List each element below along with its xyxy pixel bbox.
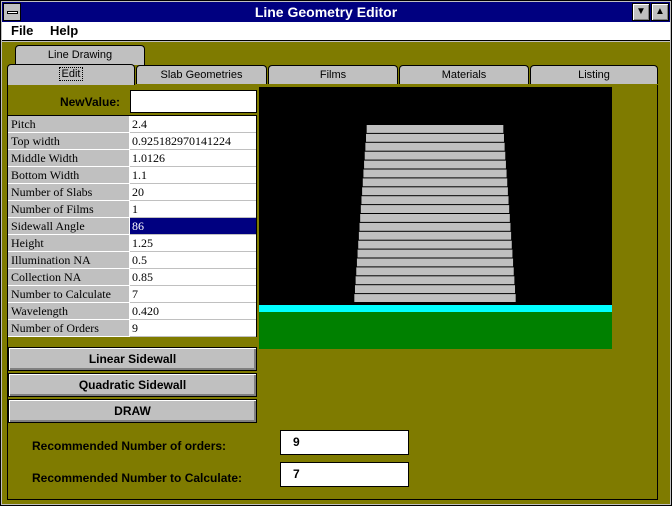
property-row[interactable]: Number of Films 1	[8, 201, 256, 218]
menu-file[interactable]: File	[11, 22, 33, 41]
new-value-label: NewValue:	[59, 95, 120, 109]
property-name: Sidewall Angle	[8, 218, 130, 235]
recommended-orders-label: Recommended Number of orders:	[32, 439, 227, 453]
property-name: Middle Width	[8, 150, 130, 167]
window-title: Line Geometry Editor	[254, 4, 398, 20]
property-value[interactable]: 1.1	[130, 167, 256, 184]
property-value[interactable]: 86	[130, 218, 256, 235]
slab	[354, 285, 516, 294]
property-value[interactable]: 0.925182970141224	[130, 133, 256, 150]
property-value[interactable]: 20	[130, 184, 256, 201]
tab-materials[interactable]: Materials	[399, 65, 529, 84]
property-name: Number of Slabs	[8, 184, 130, 201]
property-row[interactable]: Illumination NA 0.5	[8, 252, 256, 269]
menu-help[interactable]: Help	[50, 22, 78, 41]
property-value[interactable]: 1.25	[130, 235, 256, 252]
line-drawing-svg	[259, 125, 612, 349]
property-row[interactable]: Top width 0.925182970141224	[8, 133, 256, 150]
recommended-calc-label: Recommended Number to Calculate:	[32, 471, 243, 485]
slab	[360, 205, 510, 213]
linear-sidewall-button[interactable]: Linear Sidewall	[8, 347, 257, 371]
slab	[361, 196, 509, 205]
property-name: Height	[8, 235, 130, 252]
property-value[interactable]: 2.4	[130, 116, 256, 133]
slab	[359, 222, 511, 231]
new-value-input[interactable]	[130, 90, 257, 113]
property-name: Number to Calculate	[8, 286, 130, 303]
slab	[356, 258, 514, 267]
slab	[357, 249, 513, 258]
property-row[interactable]: Number to Calculate 7	[8, 286, 256, 303]
property-row[interactable]: Number of Orders 9	[8, 320, 256, 337]
property-row[interactable]: Height 1.25	[8, 235, 256, 252]
slab	[360, 214, 510, 222]
property-name: Number of Films	[8, 201, 130, 218]
recommended-calc-field[interactable]: 7	[280, 462, 409, 487]
substrate	[259, 312, 612, 349]
property-value[interactable]: 9	[130, 320, 256, 337]
quadratic-sidewall-button[interactable]: Quadratic Sidewall	[8, 373, 257, 397]
property-name: Bottom Width	[8, 167, 130, 184]
slab	[366, 133, 504, 142]
property-value[interactable]: 0.85	[130, 269, 256, 286]
tab-films[interactable]: Films	[268, 65, 398, 84]
tab-slab-geometries[interactable]: Slab Geometries	[136, 65, 267, 84]
property-value[interactable]: 7	[130, 286, 256, 303]
property-value[interactable]: 1.0126	[130, 150, 256, 167]
slab	[363, 169, 507, 178]
maximize-button[interactable]: ▲	[651, 3, 669, 21]
minimize-button[interactable]: ▼	[632, 3, 650, 21]
recommended-orders-field[interactable]: 9	[280, 430, 409, 455]
property-name: Number of Orders	[8, 320, 130, 337]
slab	[365, 142, 505, 151]
property-row[interactable]: Wavelength 0.420	[8, 303, 256, 320]
property-row[interactable]: Pitch 2.4	[8, 116, 256, 133]
slab	[364, 160, 506, 169]
slab	[354, 294, 516, 302]
slab	[355, 276, 515, 285]
tab-edit-label: Edit	[58, 67, 84, 81]
slab	[362, 178, 508, 187]
slab	[356, 267, 514, 276]
slab	[358, 240, 512, 249]
system-menu-button[interactable]	[3, 3, 21, 21]
line-drawing-canvas[interactable]	[259, 87, 612, 349]
slab	[358, 231, 512, 240]
property-grid[interactable]: Pitch 2.4 Top width 0.925182970141224 Middle…	[7, 115, 257, 337]
menu-bar	[2, 22, 670, 41]
property-row[interactable]: Bottom Width 1.1	[8, 167, 256, 184]
tab-edit[interactable]: Edit	[7, 64, 135, 85]
property-row[interactable]: Number of Slabs 20	[8, 184, 256, 201]
property-value[interactable]: 0.420	[130, 303, 256, 320]
property-value[interactable]: 1	[130, 201, 256, 218]
slab	[362, 187, 508, 196]
slab	[366, 125, 504, 133]
tab-listing[interactable]: Listing	[530, 65, 658, 84]
film-layer	[259, 305, 612, 312]
property-name: Collection NA	[8, 269, 130, 286]
property-row[interactable]: Sidewall Angle 86	[8, 218, 256, 235]
tab-line-drawing[interactable]: Line Drawing	[15, 45, 145, 65]
property-name: Illumination NA	[8, 252, 130, 269]
property-row[interactable]: Collection NA 0.85	[8, 269, 256, 286]
slab	[364, 151, 506, 160]
property-value[interactable]: 0.5	[130, 252, 256, 269]
property-name: Pitch	[8, 116, 130, 133]
property-row[interactable]: Middle Width 1.0126	[8, 150, 256, 167]
property-name: Wavelength	[8, 303, 130, 320]
property-name: Top width	[8, 133, 130, 150]
draw-button[interactable]: DRAW	[8, 399, 257, 423]
